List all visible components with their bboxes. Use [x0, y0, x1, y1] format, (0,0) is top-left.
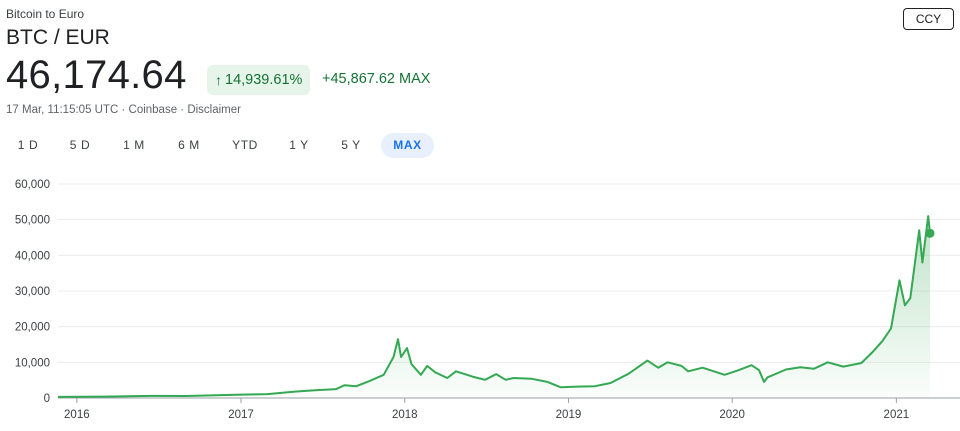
x-tick-label: 2018	[392, 409, 418, 421]
x-tick-label: 2016	[64, 409, 90, 421]
tab-ytd[interactable]: YTD	[222, 133, 268, 158]
pair-subtitle: Bitcoin to Euro	[6, 7, 85, 21]
change-percent-badge: ↑ 14,939.61%	[207, 65, 311, 95]
current-price-marker	[925, 228, 935, 238]
y-tick-label: 0	[44, 393, 50, 405]
quote-meta: 17 Mar, 11:15:05 UTC · Coinbase · Discla…	[6, 104, 241, 116]
tab-1m[interactable]: 1 M	[112, 133, 156, 158]
y-tick-label: 50,000	[15, 215, 50, 227]
tab-max[interactable]: MAX	[381, 133, 434, 158]
tab-5y[interactable]: 5 Y	[329, 133, 373, 158]
y-tick-label: 10,000	[15, 357, 50, 369]
absolute-change: +45,867.62 MAX	[322, 71, 430, 87]
tab-5d[interactable]: 5 D	[58, 133, 102, 158]
current-price: 46,174.64	[6, 53, 187, 97]
y-tick-label: 40,000	[15, 250, 50, 262]
y-tick-label: 20,000	[15, 322, 50, 334]
x-tick-label: 2020	[719, 409, 745, 421]
tab-1d[interactable]: 1 D	[6, 133, 50, 158]
tab-6m[interactable]: 6 M	[167, 133, 211, 158]
x-tick-label: 2019	[556, 409, 582, 421]
absolute-change-value: +45,867.62	[322, 71, 395, 87]
y-tick-label: 30,000	[15, 286, 50, 298]
tab-1y[interactable]: 1 Y	[277, 133, 321, 158]
arrow-up-icon: ↑	[215, 72, 222, 88]
x-tick-label: 2021	[884, 409, 910, 421]
x-tick-label: 2017	[228, 409, 254, 421]
price-area	[58, 216, 930, 398]
change-period: MAX	[398, 71, 431, 87]
ccy-button[interactable]: CCY	[903, 8, 954, 30]
pair-title: BTC / EUR	[6, 26, 110, 49]
price-chart[interactable]: 0 10,000 20,000 30,000 40,000 50,000 60,000 20…	[0, 170, 960, 431]
change-percent: 14,939.61%	[225, 72, 303, 88]
y-tick-label: 60,000	[15, 179, 50, 191]
